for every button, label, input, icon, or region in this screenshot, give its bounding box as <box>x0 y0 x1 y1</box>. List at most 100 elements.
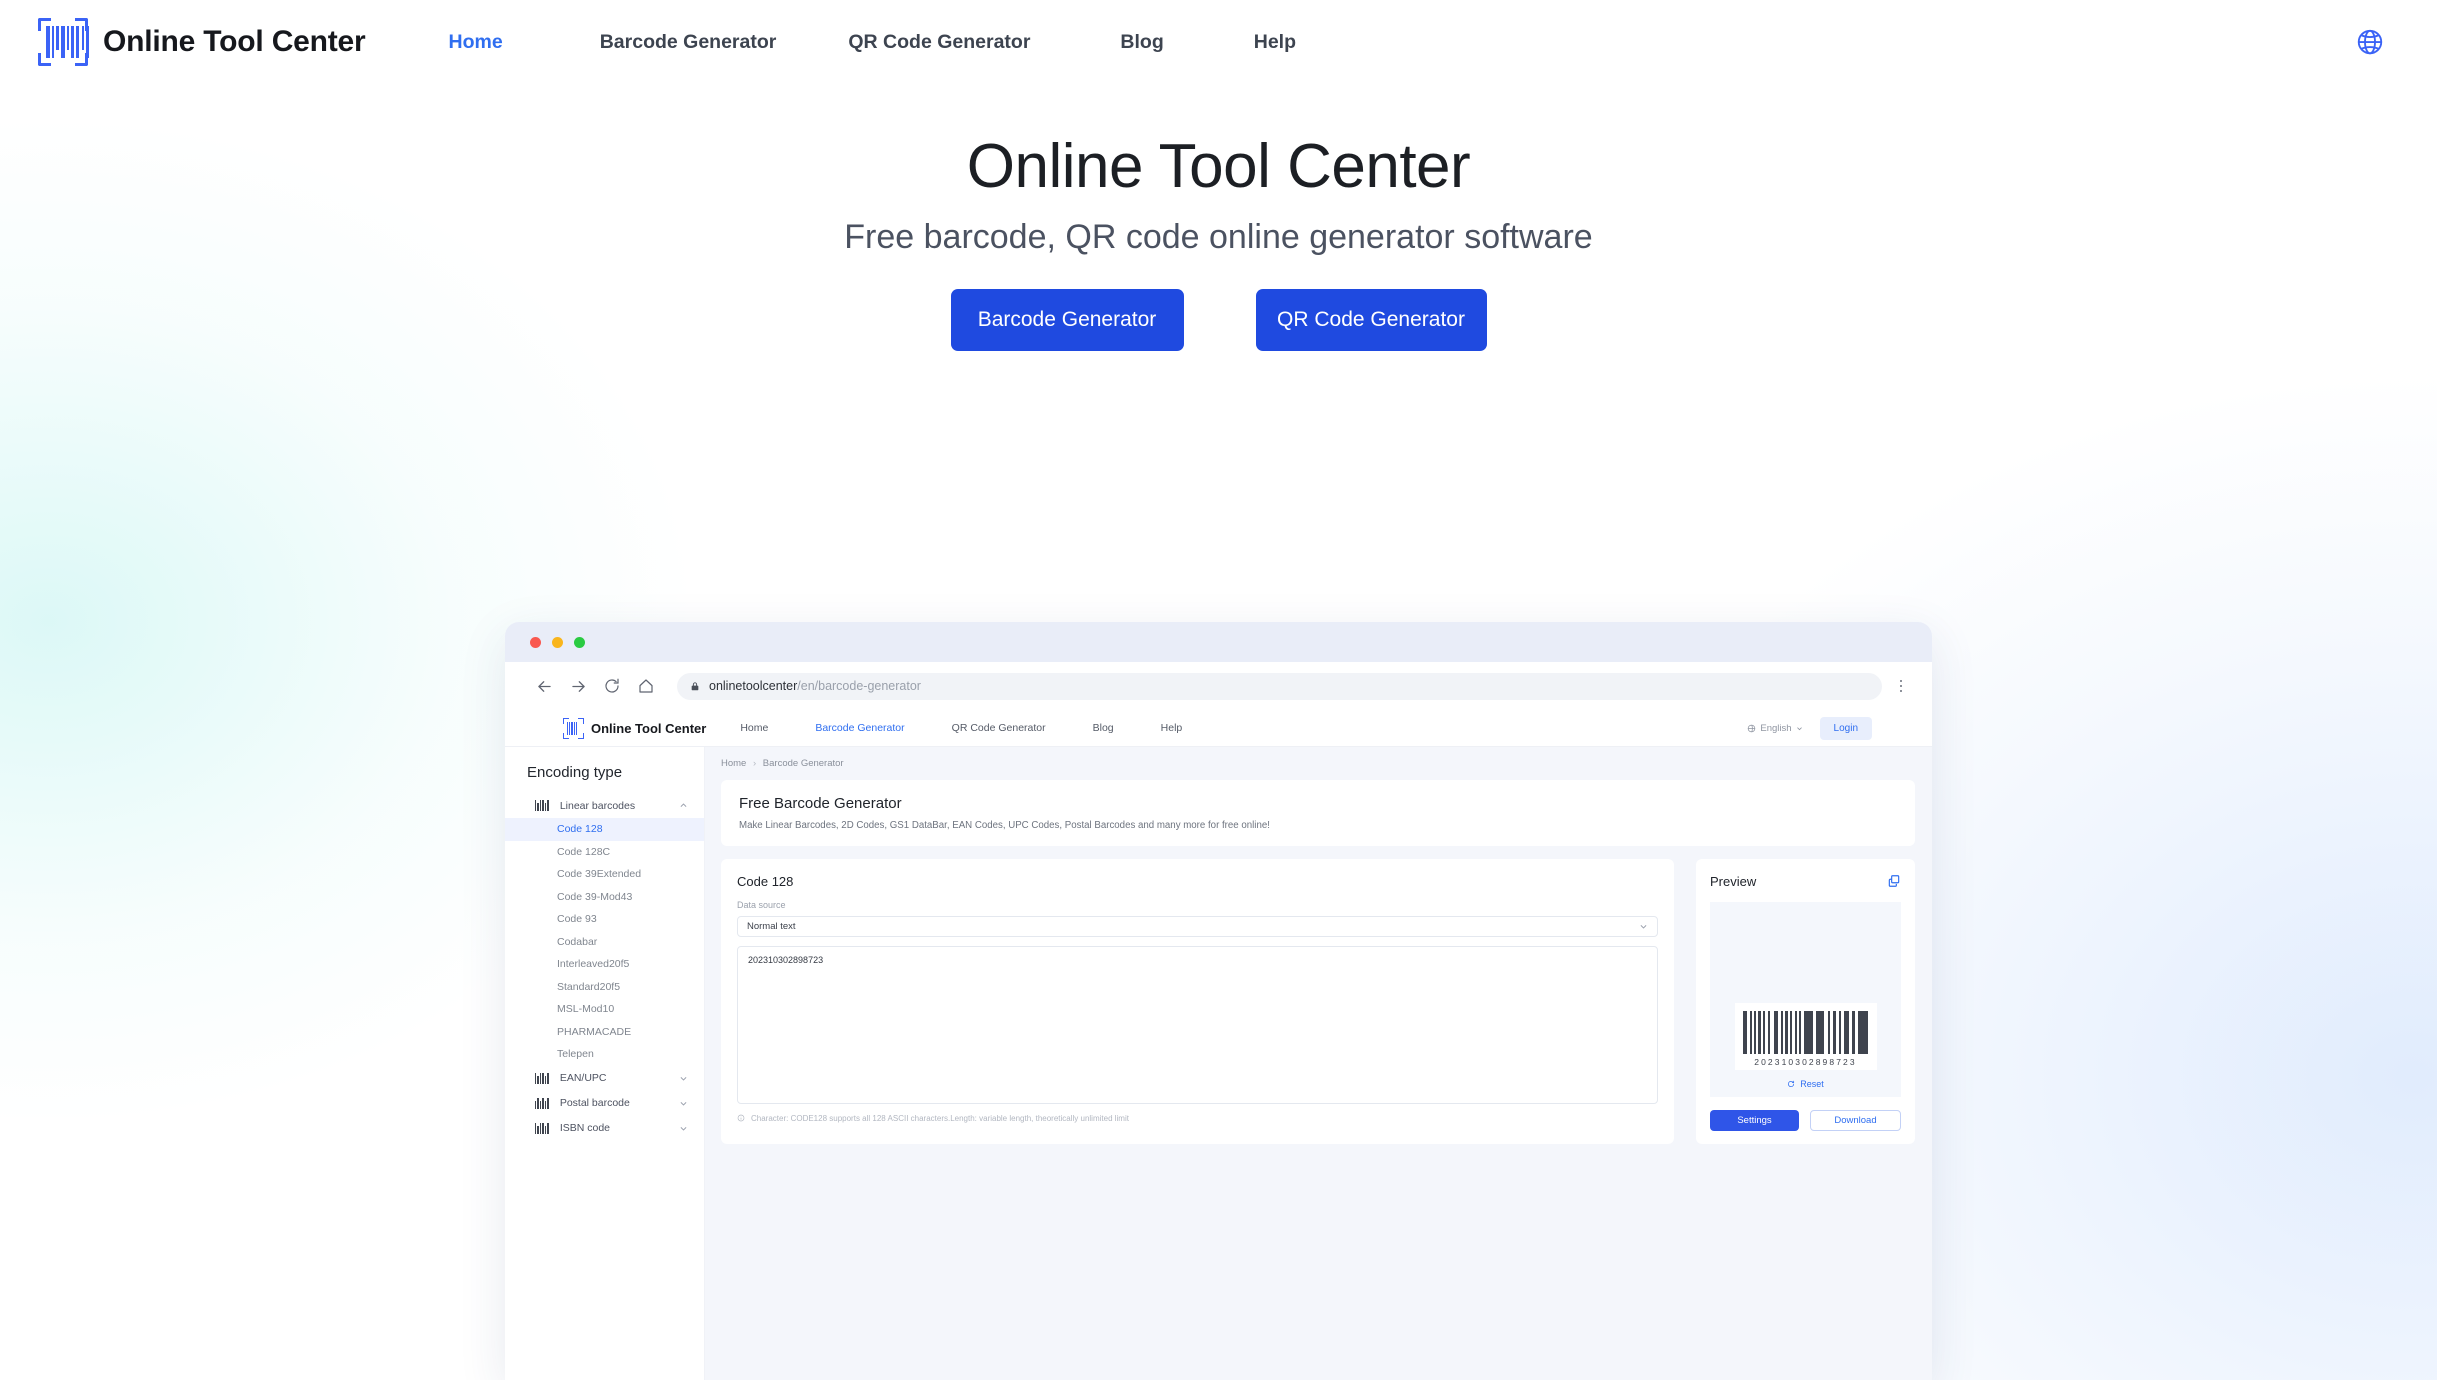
generator-panels: Code 128 Data source Normal text 2023103… <box>721 859 1915 1144</box>
barcode-image: 202310302898723 <box>1734 1003 1877 1070</box>
embedded-brand-name: Online Tool Center <box>591 720 707 736</box>
sidebar-group-label: EAN/UPC <box>559 1072 607 1084</box>
reset-button[interactable]: Reset <box>1710 1070 1901 1097</box>
window-minimize-dot[interactable] <box>552 636 563 648</box>
embedded-brand-logo[interactable]: Online Tool Center <box>562 717 707 739</box>
sidebar-group-isbn-code[interactable]: ISBN code <box>505 1116 704 1141</box>
barcode-scan-icon <box>562 717 585 739</box>
url-path: /en/barcode-generator <box>797 679 921 693</box>
barcode-data-input[interactable]: 202310302898723 <box>737 946 1658 1104</box>
page-intro-card: Free Barcode Generator Make Linear Barco… <box>721 780 1915 846</box>
hero-cta-group: Barcode Generator QR Code Generator <box>0 289 2437 352</box>
embedded-language-selector[interactable]: English <box>1747 723 1802 734</box>
embedded-nav-qr-code-generator[interactable]: QR Code Generator <box>952 722 1046 734</box>
breadcrumb-home[interactable]: Home <box>721 758 746 769</box>
preview-panel: Preview 202310302898723 Reset Settings D… <box>1696 859 1915 1144</box>
embedded-nav-blog[interactable]: Blog <box>1093 722 1114 734</box>
sidebar-item-code-128c[interactable]: Code 128C <box>505 841 704 864</box>
page-title: Online Tool Center <box>966 132 1471 201</box>
home-icon <box>639 679 653 693</box>
sidebar-group-ean-upc[interactable]: EAN/UPC <box>505 1066 704 1091</box>
page-subtitle: Free barcode, QR code online generator s… <box>844 218 1593 257</box>
browser-toolbar: onlinetoolcenter/en/barcode-generator <box>505 662 1932 710</box>
barcode-icon <box>535 1122 549 1134</box>
main-content: Home › Barcode Generator Free Barcode Ge… <box>705 747 1932 1380</box>
preview-header: Preview <box>1710 874 1901 893</box>
nav-item-home[interactable]: Home <box>449 31 503 54</box>
lock-icon <box>691 681 699 690</box>
sidebar-group-postal-barcode[interactable]: Postal barcode <box>505 1091 704 1116</box>
download-button[interactable]: Download <box>1810 1110 1901 1131</box>
nav-item-qr-code-generator[interactable]: QR Code Generator <box>848 31 1030 54</box>
barcode-scan-icon <box>36 18 90 66</box>
settings-button[interactable]: Settings <box>1710 1110 1799 1131</box>
preview-actions: Settings Download <box>1710 1110 1901 1131</box>
brand-name: Online Tool Center <box>103 25 366 58</box>
window-maximize-dot[interactable] <box>574 636 585 648</box>
sidebar-item-codabar[interactable]: Codabar <box>505 931 704 954</box>
breadcrumb-current: Barcode Generator <box>762 758 844 769</box>
sidebar-item-code-39-mod43[interactable]: Code 39-Mod43 <box>505 886 704 909</box>
embedded-nav-home[interactable]: Home <box>740 722 768 734</box>
copy-button[interactable] <box>1887 874 1901 893</box>
sidebar-item-telepen[interactable]: Telepen <box>505 1043 704 1066</box>
sidebar-group-label: Postal barcode <box>559 1097 630 1109</box>
sidebar-item-code-93[interactable]: Code 93 <box>505 908 704 931</box>
chevron-down-icon <box>680 1101 687 1106</box>
sidebar-item-standard20f5[interactable]: Standard20f5 <box>505 976 704 999</box>
sidebar-item-code-128[interactable]: Code 128 <box>505 818 704 841</box>
window-close-dot[interactable] <box>530 636 541 648</box>
encoder-hint: Character: CODE128 supports all 128 ASCI… <box>737 1113 1658 1125</box>
sidebar-item-msl-mod10[interactable]: MSL-Mod10 <box>505 998 704 1021</box>
login-button[interactable]: Login <box>1819 716 1872 740</box>
site-header: Online Tool Center Home Barcode Generato… <box>0 0 2437 84</box>
embedded-site: Online Tool Center Home Barcode Generato… <box>505 710 1932 1380</box>
embedded-nav-barcode-generator[interactable]: Barcode Generator <box>815 722 904 734</box>
back-button[interactable] <box>527 669 561 703</box>
embedded-header-actions: English Login <box>1747 716 1872 740</box>
address-bar[interactable]: onlinetoolcenter/en/barcode-generator <box>677 672 1882 700</box>
breadcrumb-separator: › <box>752 758 757 769</box>
nav-item-barcode-generator[interactable]: Barcode Generator <box>600 31 777 54</box>
data-source-label: Data source <box>737 900 786 910</box>
sidebar-group-linear-barcodes[interactable]: Linear barcodes <box>505 793 704 818</box>
qr-code-generator-button[interactable]: QR Code Generator <box>1255 289 1487 352</box>
primary-nav: Home Barcode Generator QR Code Generator… <box>449 31 1296 54</box>
chevron-down-icon <box>1640 925 1647 929</box>
barcode-bars <box>1743 1011 1868 1054</box>
generator-title: Free Barcode Generator <box>739 795 902 812</box>
encoder-hint-text: Character: CODE128 supports all 128 ASCI… <box>751 1114 1129 1123</box>
brand-logo[interactable]: Online Tool Center <box>36 18 366 66</box>
sidebar-item-interleaved20f5[interactable]: Interleaved20f5 <box>505 953 704 976</box>
sidebar-item-pharmacade[interactable]: PHARMACADE <box>505 1021 704 1044</box>
browser-titlebar <box>505 622 1932 662</box>
browser-mockup: onlinetoolcenter/en/barcode-generator On… <box>505 622 1932 1380</box>
language-switcher-button[interactable] <box>2355 27 2385 57</box>
sidebar-group-label: Linear barcodes <box>559 799 636 812</box>
embedded-nav-help[interactable]: Help <box>1161 722 1183 734</box>
info-icon <box>737 1114 745 1122</box>
reset-label: Reset <box>1800 1078 1824 1089</box>
reload-icon <box>605 678 619 693</box>
embedded-body: Encoding type Linear barcodes Code 128 C… <box>505 747 1932 1380</box>
nav-item-help[interactable]: Help <box>1254 31 1296 54</box>
preview-title: Preview <box>1710 874 1757 889</box>
url-domain: onlinetoolcenter <box>709 679 798 693</box>
chevron-down-icon <box>680 1076 687 1081</box>
browser-menu-button[interactable] <box>1892 679 1910 693</box>
sidebar-item-code-39extended[interactable]: Code 39Extended <box>505 863 704 886</box>
home-button[interactable] <box>629 669 663 703</box>
hero-section: Online Tool Center Free barcode, QR code… <box>0 84 2437 352</box>
data-source-select[interactable]: Normal text <box>737 916 1658 937</box>
chevron-down-icon <box>680 1126 687 1131</box>
refresh-icon <box>1788 1080 1795 1087</box>
barcode-preview-area: 202310302898723 <box>1710 902 1901 1070</box>
sidebar-title: Encoding type <box>527 764 623 781</box>
nav-item-blog[interactable]: Blog <box>1120 31 1163 54</box>
data-source-value: Normal text <box>747 921 796 932</box>
reload-button[interactable] <box>595 669 629 703</box>
forward-button[interactable] <box>561 669 595 703</box>
barcode-generator-button[interactable]: Barcode Generator <box>950 289 1184 352</box>
kebab-dot <box>1899 689 1903 693</box>
encoder-title: Code 128 <box>737 874 794 889</box>
